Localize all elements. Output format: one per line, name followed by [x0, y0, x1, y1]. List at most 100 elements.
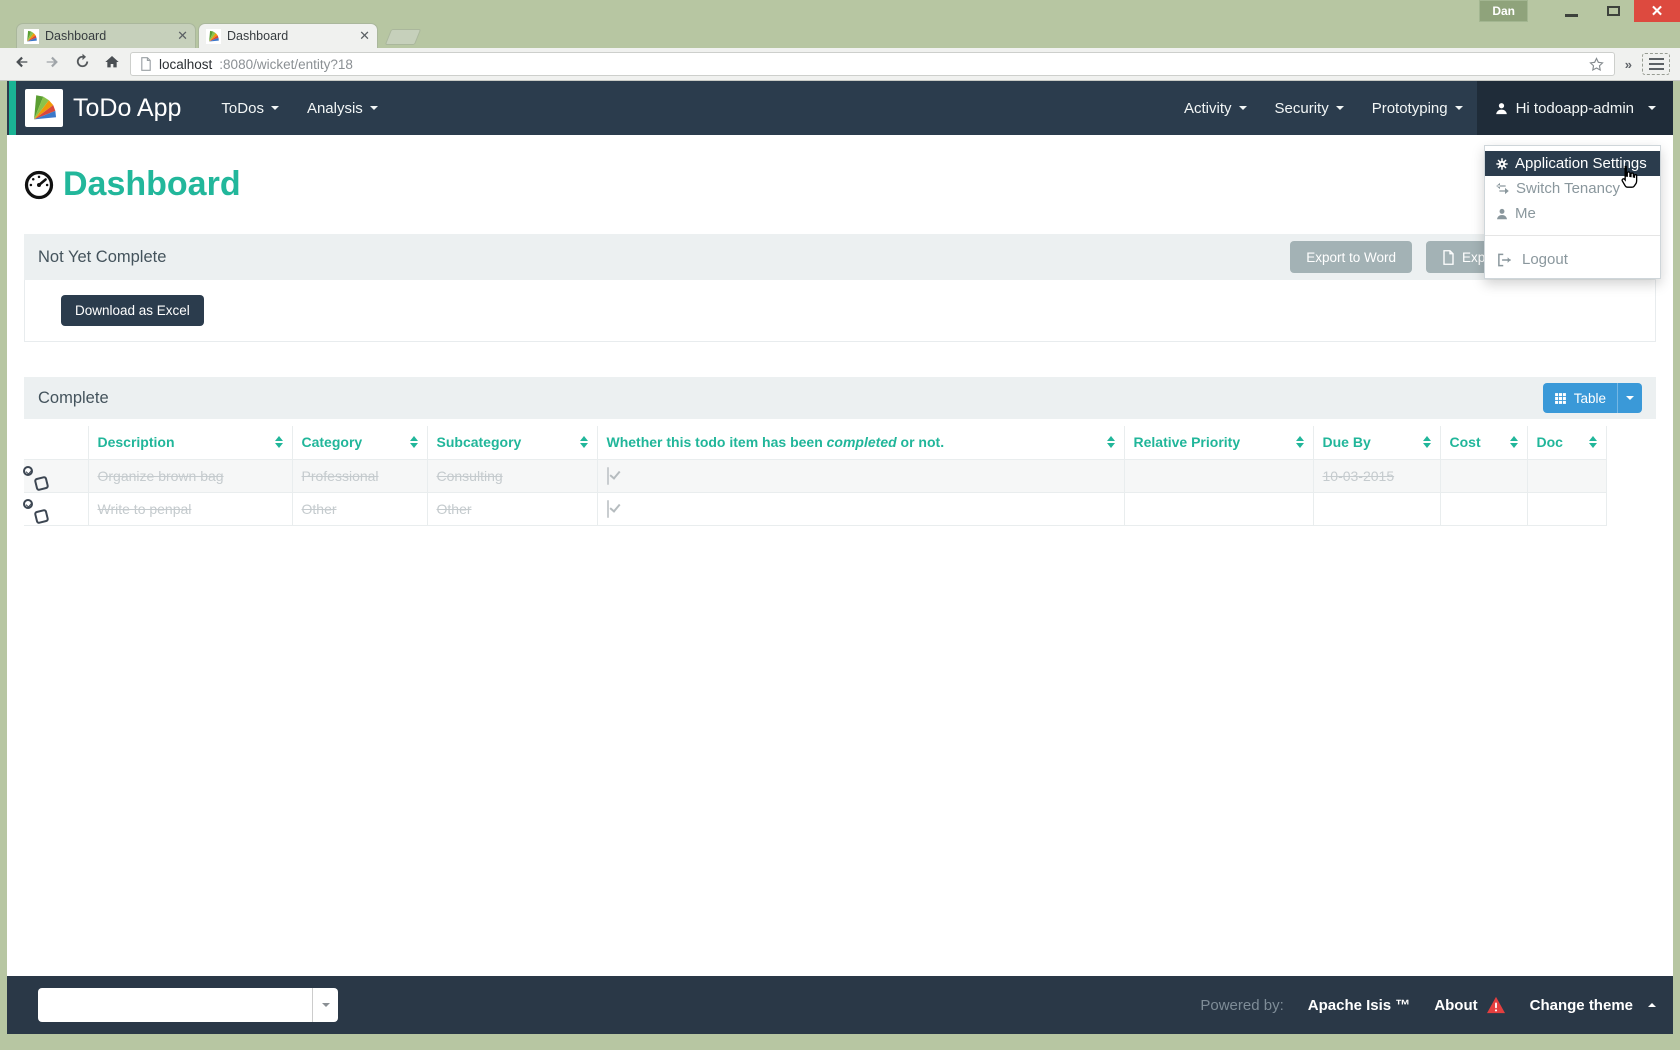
completed-checkbox[interactable]: [607, 467, 609, 485]
tab-dashboard-2[interactable]: Dashboard ✕: [198, 23, 378, 48]
favicon: [206, 29, 221, 44]
chevron-down-icon: [1455, 106, 1463, 110]
url-host: localhost: [159, 57, 212, 72]
close-icon: ✕: [1651, 2, 1664, 20]
menu-security[interactable]: Security: [1261, 81, 1358, 135]
tab-close-icon[interactable]: ✕: [177, 28, 188, 44]
tab-strip: Dashboard ✕ Dashboard ✕: [0, 22, 1680, 48]
table-header-row: Description Category Subcategory Whether…: [24, 426, 1606, 459]
menu-item-logout[interactable]: Logout: [1485, 245, 1660, 272]
cell-description[interactable]: Organize brown bag: [88, 459, 292, 492]
chevron-down-icon: [370, 106, 378, 110]
page-icon: [140, 57, 152, 71]
chevron-up-icon: [1648, 1003, 1656, 1007]
cell-description[interactable]: Write to penpal: [88, 492, 292, 525]
about-link[interactable]: About: [1434, 996, 1505, 1014]
table-view-button[interactable]: Table: [1543, 383, 1617, 413]
column-icon: [24, 426, 88, 459]
column-category[interactable]: Category: [292, 426, 427, 459]
new-tab-button[interactable]: [385, 29, 421, 45]
column-due-by[interactable]: Due By: [1313, 426, 1440, 459]
change-theme-button[interactable]: Change theme: [1530, 997, 1656, 1014]
complete-table: Description Category Subcategory Whether…: [24, 426, 1607, 526]
menu-divider: [1485, 235, 1660, 236]
menu-analysis[interactable]: Analysis: [293, 81, 392, 135]
sort-icon[interactable]: [410, 436, 418, 448]
select-arrow-icon[interactable]: [312, 988, 338, 1022]
app-viewport: ToDo App ToDos Analysis Activity Securit…: [7, 81, 1673, 1034]
tab-dashboard-1[interactable]: Dashboard ✕: [16, 23, 196, 48]
chevron-down-icon: [1648, 106, 1656, 110]
sort-icon[interactable]: [580, 436, 588, 448]
column-doc[interactable]: Doc: [1527, 426, 1606, 459]
app-logo-icon: [25, 89, 63, 127]
tab-title: Dashboard: [45, 29, 171, 43]
chrome-menu-button[interactable]: [1642, 53, 1670, 75]
reload-button[interactable]: [70, 53, 94, 75]
menu-activity[interactable]: Activity: [1170, 81, 1261, 135]
apache-isis-link[interactable]: Apache Isis ™: [1308, 997, 1411, 1014]
gear-icon: [1495, 157, 1509, 171]
user-icon: [1495, 207, 1509, 221]
browser-window: Dan ✕ Dashboard ✕ Dashboard ✕: [0, 0, 1680, 1050]
column-description[interactable]: Description: [88, 426, 292, 459]
sort-icon[interactable]: [275, 436, 283, 448]
chevron-down-icon: [1626, 396, 1634, 400]
tab-close-icon[interactable]: ✕: [359, 28, 370, 44]
cell-cost: [1440, 492, 1527, 525]
cell-due-by: [1313, 492, 1440, 525]
app-brand[interactable]: ToDo App: [25, 81, 181, 135]
url-bar[interactable]: localhost:8080/wicket/entity?18: [130, 52, 1615, 76]
forward-button[interactable]: [40, 54, 64, 75]
app-footer: Powered by: Apache Isis ™ About Change t…: [7, 976, 1673, 1034]
back-button[interactable]: [10, 54, 34, 75]
cell-category: Professional: [292, 459, 427, 492]
minimize-button[interactable]: [1550, 0, 1592, 22]
page-title: Dashboard: [63, 165, 241, 204]
sort-icon[interactable]: [1296, 436, 1304, 448]
maximize-button[interactable]: [1592, 0, 1634, 22]
download-as-excel-button[interactable]: Download as Excel: [61, 295, 204, 326]
maximize-icon: [1607, 6, 1620, 16]
footer-select[interactable]: [38, 988, 338, 1022]
minimize-icon: [1565, 14, 1578, 17]
cell-doc: [1527, 459, 1606, 492]
theme-accent-strip: [9, 81, 16, 135]
page-content: Dashboard Not Yet Complete Export to Wor…: [7, 135, 1673, 976]
sort-icon[interactable]: [1107, 436, 1115, 448]
sort-icon[interactable]: [1589, 436, 1597, 448]
chrome-profile-badge[interactable]: Dan: [1479, 0, 1528, 22]
export-to-word-button[interactable]: Export to Word: [1290, 241, 1412, 273]
mouse-cursor: [1615, 163, 1642, 197]
user-menu-button[interactable]: Hi todoapp-admin: [1477, 81, 1673, 135]
navbar-right: Activity Security Prototyping Hi todoapp…: [1170, 81, 1673, 135]
column-subcategory[interactable]: Subcategory: [427, 426, 597, 459]
close-button[interactable]: ✕: [1634, 0, 1680, 22]
favicon: [24, 29, 39, 44]
cell-subcategory: Other: [427, 492, 597, 525]
column-cost[interactable]: Cost: [1440, 426, 1527, 459]
table-row: Write to penpal Other Other: [24, 492, 1606, 525]
panel-complete: Complete Table: [24, 377, 1656, 526]
home-button[interactable]: [100, 54, 124, 75]
completed-checkbox[interactable]: [607, 500, 609, 518]
completed-emphasis: completed: [827, 434, 897, 450]
toolbar-overflow-icon[interactable]: »: [1621, 57, 1636, 72]
sort-icon[interactable]: [1423, 436, 1431, 448]
column-completed[interactable]: Whether this todo item has been complete…: [597, 426, 1124, 459]
bookmark-star-icon[interactable]: [1588, 56, 1605, 73]
view-selector-caret-button[interactable]: [1617, 383, 1642, 413]
menu-prototyping[interactable]: Prototyping: [1358, 81, 1477, 135]
chevron-down-icon: [271, 106, 279, 110]
tab-title: Dashboard: [227, 29, 353, 43]
table-grid-icon: [1554, 392, 1567, 405]
menu-item-me[interactable]: Me: [1485, 201, 1660, 226]
sort-icon[interactable]: [1510, 436, 1518, 448]
column-relative-priority[interactable]: Relative Priority: [1124, 426, 1313, 459]
menu-todos[interactable]: ToDos: [207, 81, 293, 135]
panel-title: Not Yet Complete: [38, 248, 166, 267]
app-navbar: ToDo App ToDos Analysis Activity Securit…: [7, 81, 1673, 135]
dashboard-gauge-icon: [24, 170, 54, 200]
user-icon: [1494, 101, 1509, 116]
cell-cost: [1440, 459, 1527, 492]
